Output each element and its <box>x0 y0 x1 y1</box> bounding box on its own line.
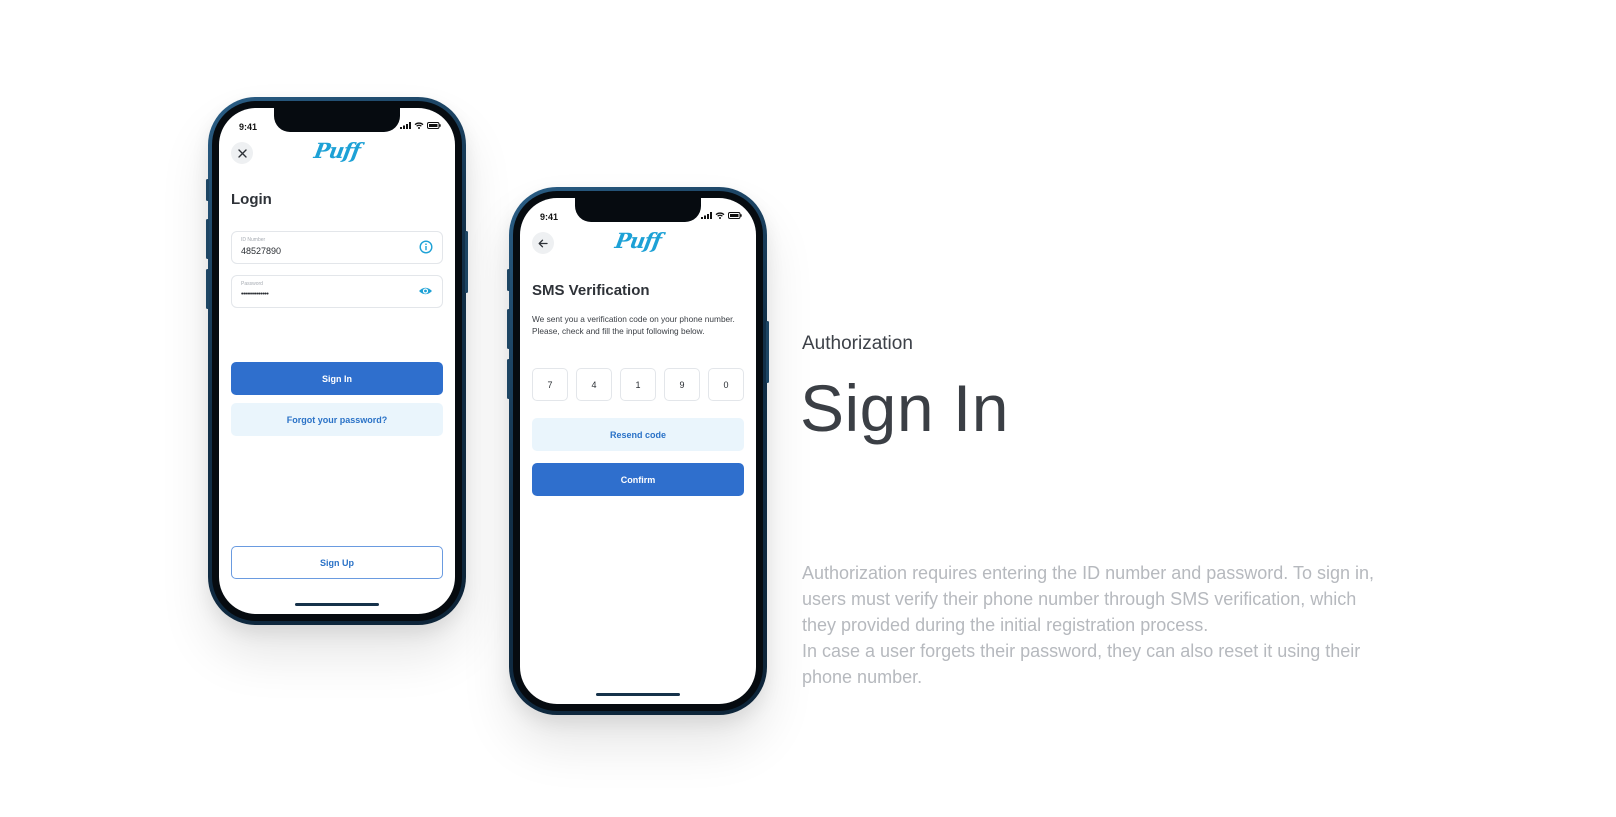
status-time: 9:41 <box>540 212 559 222</box>
phone-side-button <box>507 359 510 399</box>
id-number-field[interactable]: ID Number 48527890 <box>231 231 443 264</box>
back-button[interactable] <box>532 232 554 254</box>
page-title: SMS Verification <box>532 282 650 299</box>
sms-description: We sent you a verification code on your … <box>532 313 744 337</box>
phone-side-button <box>206 179 209 201</box>
home-indicator <box>295 603 379 606</box>
sms-description-line: Please, check and fill the input followi… <box>532 326 705 336</box>
sign-in-button[interactable]: Sign In <box>231 362 443 395</box>
code-digit-box[interactable]: 1 <box>620 368 656 401</box>
battery-icon <box>728 212 742 219</box>
code-digit-box[interactable]: 0 <box>708 368 744 401</box>
phone-bezel: 9:41 Puff SMS Verification We sent you a… <box>513 191 763 711</box>
sign-up-button[interactable]: Sign Up <box>231 546 443 579</box>
arrow-left-icon <box>538 239 548 247</box>
puff-logo: Puff <box>312 138 362 163</box>
sms-description-line: We sent you a verification code on your … <box>532 314 735 324</box>
puff-logo: Puff <box>613 228 663 253</box>
phone-side-button <box>206 269 209 309</box>
section-description: Authorization requires entering the ID n… <box>802 560 1382 690</box>
code-digit-box[interactable]: 7 <box>532 368 568 401</box>
info-icon[interactable] <box>419 240 433 254</box>
phone-side-button <box>465 231 468 293</box>
phone-side-button <box>507 309 510 349</box>
signal-icon <box>701 212 712 219</box>
resend-code-button[interactable]: Resend code <box>532 418 744 451</box>
code-digit-box[interactable]: 9 <box>664 368 700 401</box>
wifi-icon <box>414 122 424 129</box>
description-paragraph: Authorization requires entering the ID n… <box>802 563 1374 635</box>
phone-notch <box>575 198 701 222</box>
phone-side-button <box>206 219 209 259</box>
section-title: Sign In <box>800 371 1009 445</box>
battery-icon <box>427 122 441 129</box>
id-number-label: ID Number <box>241 237 266 243</box>
sms-phone-mockup: 9:41 Puff SMS Verification We sent you a… <box>507 187 769 715</box>
eye-icon[interactable] <box>418 284 433 298</box>
verification-code-input: 7 4 1 9 0 <box>532 368 744 401</box>
login-phone-mockup: 9:41 Puff Login ID Number 48527890 Passw… <box>206 97 468 625</box>
confirm-button[interactable]: Confirm <box>532 463 744 496</box>
wifi-icon <box>715 212 725 219</box>
login-screen: 9:41 Puff Login ID Number 48527890 Passw… <box>219 108 455 614</box>
signal-icon <box>400 122 411 129</box>
code-digit-box[interactable]: 4 <box>576 368 612 401</box>
status-icons <box>400 122 441 129</box>
phone-notch <box>274 108 400 132</box>
password-value: •••••••••••••• <box>241 291 269 298</box>
close-icon <box>237 148 247 158</box>
sms-verification-screen: 9:41 Puff SMS Verification We sent you a… <box>520 198 756 704</box>
page-title: Login <box>231 191 272 208</box>
id-number-value: 48527890 <box>241 246 282 256</box>
phone-side-button <box>766 321 769 383</box>
phone-bezel: 9:41 Puff Login ID Number 48527890 Passw… <box>212 101 462 621</box>
forgot-password-button[interactable]: Forgot your password? <box>231 403 443 436</box>
home-indicator <box>596 693 680 696</box>
password-field[interactable]: Password •••••••••••••• <box>231 275 443 308</box>
status-time: 9:41 <box>239 122 258 132</box>
phone-side-button <box>507 269 510 291</box>
description-paragraph: In case a user forgets their password, t… <box>802 641 1361 687</box>
status-icons <box>701 212 742 219</box>
close-button[interactable] <box>231 142 253 164</box>
password-label: Password <box>241 281 263 287</box>
section-kicker: Authorization <box>802 333 913 354</box>
